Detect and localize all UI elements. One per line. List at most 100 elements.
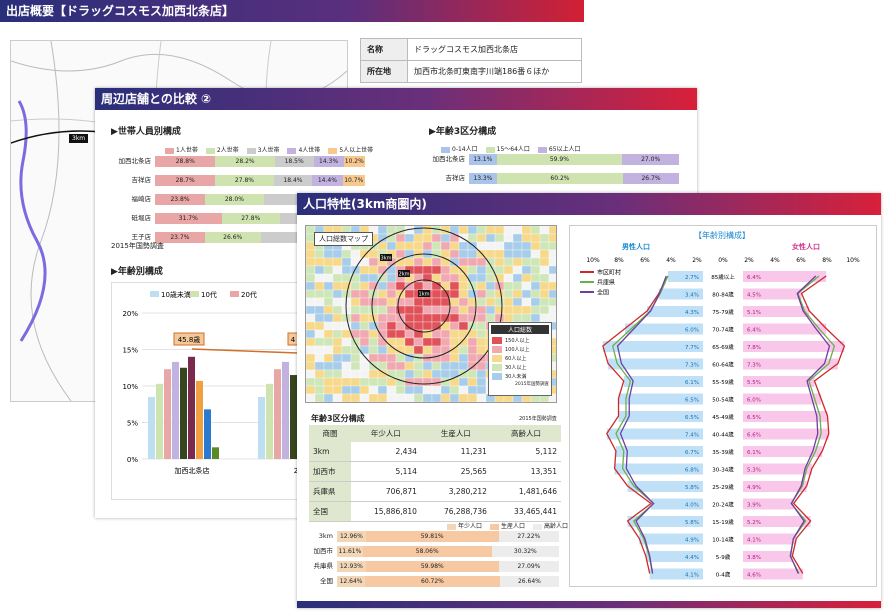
- x-tick-label: 2%: [744, 257, 754, 264]
- mesh-cell: [350, 337, 361, 347]
- mesh-cell: [422, 297, 433, 307]
- age-group-label: 50-54歳: [712, 396, 734, 404]
- legend-label: 市区町村: [597, 269, 621, 277]
- mesh-cell: [323, 369, 334, 379]
- mesh-cell: [431, 369, 442, 379]
- mesh-cell: [422, 321, 433, 331]
- bar-segment: 14.3%: [313, 156, 344, 167]
- mesh-cell: [332, 281, 343, 291]
- household-heading: ▶世帯人員別構成: [111, 127, 181, 137]
- age-group-label: 15-19歳: [712, 518, 734, 526]
- legend-item: 年少人口: [447, 521, 482, 530]
- mesh-cell: [539, 297, 550, 307]
- table-header: 年少人口: [350, 425, 421, 442]
- female-value-label: 4.5%: [747, 293, 761, 299]
- mesh-cell: [476, 297, 487, 307]
- mesh-cell: [539, 226, 550, 235]
- bar-segment: 27.8%: [215, 175, 274, 186]
- mesh-cell: [368, 345, 379, 355]
- mesh-cell: [395, 305, 406, 315]
- bar-segment: 13.3%: [469, 173, 497, 184]
- mesh-cell: [431, 361, 442, 371]
- mesh-cell: [458, 353, 469, 363]
- mesh-cell: [386, 305, 397, 315]
- mesh-cell: [359, 329, 370, 339]
- mesh-cell: [449, 273, 460, 283]
- age-bar: [172, 361, 179, 459]
- mesh-cell: [449, 393, 460, 402]
- legend-label: 30人未満: [505, 374, 527, 380]
- male-value-label: 4.3%: [685, 310, 699, 316]
- mesh-cell: [467, 393, 478, 402]
- mesh-cell: [512, 289, 523, 299]
- mesh-cell: [341, 385, 352, 395]
- mesh-cell: [332, 353, 343, 363]
- bar-segment: 26.64%: [499, 576, 559, 587]
- age-bar: [188, 356, 195, 459]
- age-bar: [180, 367, 187, 459]
- age-group-label: 70-74歳: [712, 326, 734, 334]
- mesh-cell: [323, 257, 334, 267]
- mesh-cell: [458, 393, 469, 402]
- age-bar: [212, 447, 219, 459]
- female-value-label: 4.9%: [747, 485, 761, 491]
- map-legend-title: 人口総数: [491, 325, 549, 334]
- mesh-cell: [306, 377, 316, 387]
- mesh-cell: [467, 369, 478, 379]
- legend-swatch: [287, 147, 297, 154]
- legend-swatch: [533, 523, 543, 530]
- mesh-cell: [332, 313, 343, 323]
- age-group-label: 60-64歳: [712, 361, 734, 369]
- mesh-cell: [332, 321, 343, 331]
- mesh-cell: [377, 305, 388, 315]
- bar-segment: 59.98%: [365, 561, 499, 572]
- mesh-cell: [386, 313, 397, 323]
- mesh-cell: [521, 241, 532, 251]
- mesh-cell: [332, 265, 343, 275]
- mesh-cell: [548, 281, 556, 291]
- mesh-cell: [512, 297, 523, 307]
- bar-segment: 18.5%: [274, 156, 314, 167]
- mesh-cell: [521, 226, 532, 235]
- x-tick-label: 6%: [640, 257, 650, 264]
- mesh-cell: [332, 289, 343, 299]
- table-cell: 5,112: [490, 442, 561, 462]
- mesh-cell: [314, 297, 325, 307]
- household-source: 2015年国勢調査: [111, 242, 164, 250]
- population-map: 3km 2km 1km 人口総数マップ 人口総数 150人以上 100人以上 60人以上…: [305, 225, 557, 403]
- mesh-cell: [314, 321, 325, 331]
- mesh-cell: [548, 241, 556, 251]
- age-bar: [164, 369, 171, 459]
- mesh-cell: [306, 289, 316, 299]
- mesh-cell: [386, 226, 397, 235]
- mesh-cell: [350, 305, 361, 315]
- mesh-cell: [485, 313, 496, 323]
- legend-item: 1人世帯: [165, 145, 198, 154]
- mesh-cell: [449, 249, 460, 259]
- mesh-cell: [431, 233, 442, 243]
- legend-item: 0-14人口: [441, 144, 478, 153]
- mesh-cell: [467, 226, 478, 235]
- male-value-label: 4.0%: [685, 503, 699, 509]
- mesh-cell: [503, 273, 514, 283]
- mesh-cell: [413, 281, 424, 291]
- pyramid-female-label: 女性人口: [792, 243, 820, 251]
- age-pyramid-svg: 10% 8% 6% 4% 2% 0% 2% 4% 6% 8% 10% 2.7% 6.4% 85歳以上 3.4…: [580, 257, 860, 580]
- mesh-cell: [512, 265, 523, 275]
- x-tick-label: 4%: [770, 257, 780, 264]
- mesh-cell: [413, 257, 424, 267]
- mesh-cell: [449, 265, 460, 275]
- mesh-cell: [476, 377, 487, 387]
- mesh-cell: [306, 273, 316, 283]
- mesh-cell: [467, 337, 478, 347]
- mesh-cell: [314, 353, 325, 363]
- table-cell: 15,886,810: [350, 501, 421, 522]
- bar-segment: 27.0%: [622, 154, 679, 165]
- age3-table-heading: 年齢3区分構成: [311, 414, 365, 423]
- legend-label: 全国: [597, 289, 609, 297]
- male-value-label: 5.8%: [685, 520, 699, 526]
- mesh-cell: [440, 281, 451, 291]
- legend-item: 高齢人口: [533, 521, 568, 530]
- mesh-cell: [314, 377, 325, 387]
- mesh-cell: [467, 249, 478, 259]
